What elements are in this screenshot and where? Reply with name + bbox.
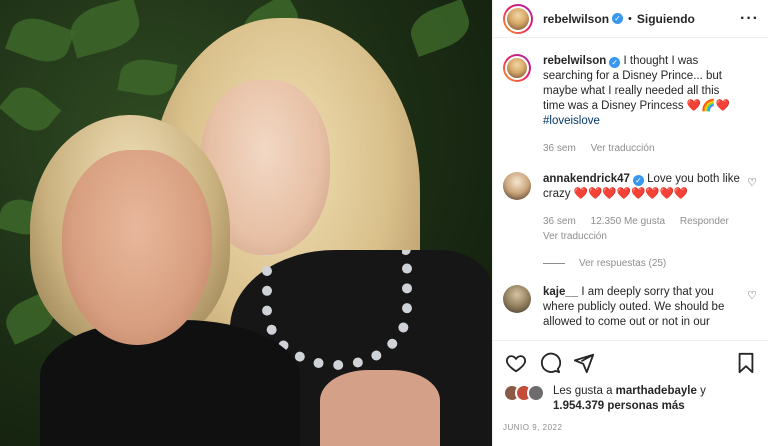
comment-like-heart-icon[interactable]: ♡: [747, 176, 757, 189]
caption-time[interactable]: 36 sem: [543, 143, 576, 154]
author-username[interactable]: rebelwilson: [543, 12, 609, 26]
separator-dot: •: [628, 12, 632, 25]
post-date[interactable]: JUNIO 9, 2022: [503, 423, 562, 432]
share-send-icon[interactable]: [571, 350, 597, 376]
action-bar: [493, 340, 768, 384]
caption-emojis: ❤️🌈❤️: [686, 100, 730, 112]
comment-meta: 36 sem 12.350 Me gusta Responder Ver tra…: [543, 214, 743, 244]
hand: [320, 370, 440, 446]
leaf-decoration: [4, 10, 76, 70]
likes-prefix: Les gusta a: [553, 385, 613, 397]
comments-section[interactable]: rebelwilson ✓ I thought I was searching f…: [493, 38, 768, 340]
liker-avatars[interactable]: [503, 384, 547, 404]
comment-bubble-icon[interactable]: [537, 350, 563, 376]
caption-avatar[interactable]: [503, 54, 531, 82]
author-avatar[interactable]: [503, 3, 533, 34]
bookmark-save-icon[interactable]: [733, 350, 759, 376]
leaf-decoration: [404, 0, 476, 58]
following-button[interactable]: Siguiendo: [637, 12, 695, 26]
caption-hashtag[interactable]: #loveislove: [543, 115, 600, 127]
leaf-decoration: [0, 78, 62, 140]
more-options-icon[interactable]: ···: [740, 10, 759, 28]
comment-time[interactable]: 36 sem: [543, 216, 576, 227]
leaf-decoration: [117, 55, 178, 100]
comment-username[interactable]: annakendrick47: [543, 173, 630, 185]
commenter-avatar[interactable]: [503, 172, 531, 200]
person-left-body: [40, 320, 300, 446]
reply-button[interactable]: Responder: [680, 216, 729, 227]
likes-summary: Les gusta a marthadebayle y 1.954.379 pe…: [493, 384, 768, 414]
comment-item: kaje__ I am deeply sorry that you where …: [503, 285, 759, 330]
caption-username[interactable]: rebelwilson: [543, 55, 606, 67]
view-replies[interactable]: Ver respuestas (25): [543, 258, 759, 269]
commenter-avatar[interactable]: [503, 285, 531, 313]
post-header: rebelwilson ✓ • Siguiendo ···: [493, 0, 768, 38]
likes-connector: y: [700, 385, 706, 397]
caption: rebelwilson ✓ I thought I was searching f…: [503, 54, 759, 156]
liked-by-user[interactable]: marthadebayle: [616, 385, 697, 397]
verified-icon: ✓: [609, 57, 621, 68]
likes-count[interactable]: 1.954.379 personas más: [553, 400, 685, 412]
comment-likes[interactable]: 12.350 Me gusta: [591, 216, 666, 227]
comment-translate-link[interactable]: Ver traducción: [543, 231, 607, 242]
leaf-decoration: [65, 0, 145, 59]
comment-item: annakendrick47 ✓ Love you both like crazy…: [503, 172, 759, 244]
comment-username[interactable]: kaje__: [543, 286, 578, 298]
post-side-panel: rebelwilson ✓ • Siguiendo ··· rebelwilso…: [492, 0, 768, 446]
comment-like-heart-icon[interactable]: ♡: [747, 289, 757, 302]
replies-line: [543, 263, 565, 264]
like-heart-icon[interactable]: [503, 350, 529, 376]
person-left-face: [62, 150, 212, 345]
caption-translate-link[interactable]: Ver traducción: [591, 143, 655, 154]
view-replies-label[interactable]: Ver respuestas (25): [579, 258, 666, 269]
caption-meta: 36 sem Ver traducción: [543, 141, 743, 156]
verified-icon: ✓: [632, 175, 644, 186]
verified-icon: ✓: [612, 13, 624, 24]
post-photo[interactable]: [0, 0, 492, 446]
comment-emojis: ❤️❤️❤️❤️❤️❤️❤️❤️: [573, 188, 689, 200]
